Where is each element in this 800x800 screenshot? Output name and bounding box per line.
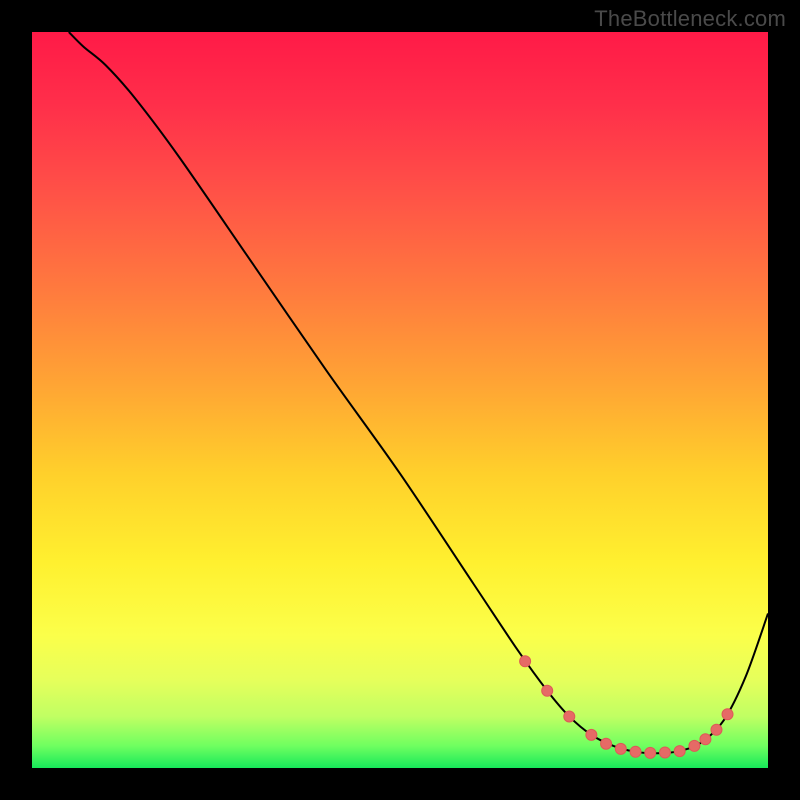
- attribution-label: TheBottleneck.com: [594, 6, 786, 32]
- optimal-dot: [689, 740, 700, 751]
- optimal-dot: [601, 738, 612, 749]
- optimal-dot: [615, 743, 626, 754]
- optimal-dot: [564, 711, 575, 722]
- optimal-dot: [674, 746, 685, 757]
- gradient-background: [32, 32, 768, 768]
- optimal-dot: [542, 685, 553, 696]
- plot-svg: [32, 32, 768, 768]
- plot-area: [32, 32, 768, 768]
- optimal-dot: [659, 747, 670, 758]
- optimal-dot: [586, 729, 597, 740]
- optimal-dot: [645, 747, 656, 758]
- optimal-dot: [711, 724, 722, 735]
- chart-frame: TheBottleneck.com: [0, 0, 800, 800]
- optimal-dot: [520, 656, 531, 667]
- optimal-dot: [700, 734, 711, 745]
- optimal-dot: [630, 746, 641, 757]
- optimal-dot: [722, 709, 733, 720]
